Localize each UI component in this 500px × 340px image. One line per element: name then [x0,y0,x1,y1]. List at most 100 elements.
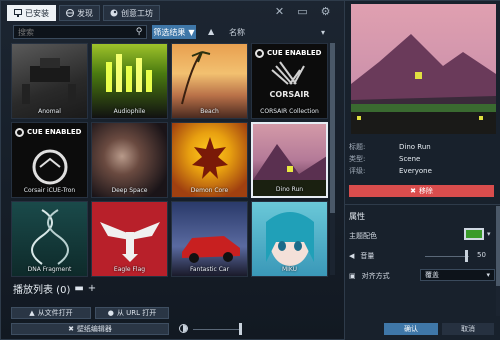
cancel-button[interactable]: 取消 [442,323,494,335]
filter-label: 筛选结果 [153,27,186,37]
open-file-label: 从文件打开 [37,309,73,317]
meta-title-value: Dino Run [399,143,431,151]
align-label: 对齐方式 [361,272,390,280]
details-panel: 标题: Dino Run 类型: Scene 评级: Everyone ✖ 移除… [344,1,500,340]
brightness-slider-handle[interactable] [239,323,242,335]
steam-icon [110,9,118,17]
tools-icon[interactable]: ✕ [273,5,286,18]
editor-label: 壁纸编辑器 [76,325,112,333]
wallpaper-title: Corsair iCUE-Tron [23,187,76,194]
wallpaper-tile[interactable]: Beach [171,43,248,119]
brightness-slider-track[interactable] [193,329,239,330]
sort-label: 名称 [229,27,245,37]
wallpaper-title: Beach [200,108,219,115]
grid-scrollbar[interactable] [330,43,335,275]
wallpaper-title: Audiophile [113,108,146,115]
wallpaper-tile[interactable]: MIKU [251,201,328,277]
link-icon: ● [107,309,114,317]
wallpaper-title: Eagle Flag [113,266,146,273]
chevron-down-icon[interactable]: ▾ [487,230,491,238]
wallpaper-tile[interactable]: Anomal [11,43,88,119]
volume-label: 音量 [360,252,375,260]
tab-workshop[interactable]: 创意工坊 [103,5,160,21]
display-icon[interactable]: ▭ [296,5,309,18]
globe-icon [66,9,74,17]
wallpaper-title: Deep Space [111,187,148,194]
corsair-logo-text: CORSAIR [269,90,310,99]
search-icon[interactable]: ⚲ [132,27,146,37]
playlist-bar: 播放列表 (0) ▬ + [13,281,96,296]
wallpaper-tile[interactable]: CUE ENABLED CORSAIR CORSAIR Collection [251,43,328,119]
align-value: 覆盖 [425,271,439,279]
filter-button[interactable]: 筛选结果 ▼ [152,25,196,39]
brightness-icon [179,324,188,333]
ok-button[interactable]: 确认 [384,323,438,335]
editor-icon: ✖ [68,325,74,333]
wallpaper-tile[interactable]: CUE ENABLED Corsair iCUE-Tron [11,122,88,198]
trash-icon: ✖ [410,187,416,195]
align-select[interactable]: 覆盖 ▾ [420,269,495,281]
volume-row: ◀ 音量 [349,251,497,261]
properties-scrollbar[interactable] [496,206,500,316]
wallpaper-meta: 标题: Dino Run 类型: Scene 评级: Everyone [349,141,497,177]
top-toolbar: ✕ ▭ ⚙ [273,5,332,18]
divider [345,204,500,205]
folder-icon[interactable]: ▬ [74,283,83,294]
wallpaper-title: MIKU [281,266,298,273]
properties-title: 属性 [349,212,365,221]
open-file-button[interactable]: ▲ 从文件打开 [11,307,91,319]
filter-icon: ▼ [188,27,195,37]
tab-installed[interactable]: 已安装 [7,5,56,21]
tab-installed-label: 已安装 [25,8,49,18]
grid-scrollbar-thumb[interactable] [330,43,335,213]
remove-label: 移除 [418,187,433,195]
preview-image [351,4,496,134]
tab-discover[interactable]: 发现 [59,5,100,21]
open-url-button[interactable]: ● 从 URL 打开 [95,307,169,319]
scheme-color-label: 主题配色 [349,232,377,240]
volume-slider-track[interactable] [425,256,469,257]
wallpaper-tile[interactable]: Eagle Flag [91,201,168,277]
chevron-down-icon: ▾ [486,271,490,279]
wallpaper-tile[interactable]: DNA Fragment [11,201,88,277]
meta-rating-key: 评级: [349,167,366,175]
wallpaper-tile[interactable]: Dino Run [251,122,328,198]
image-icon: ▣ [349,272,356,280]
remove-button[interactable]: ✖ 移除 [349,185,494,197]
tab-workshop-label: 创意工坊 [121,8,153,18]
settings-icon[interactable]: ⚙ [319,5,332,18]
dino-run-preview [351,4,496,134]
upload-icon: ▲ [29,309,35,317]
ok-label: 确认 [404,325,418,333]
wallpaper-grid: Anomal Audiophile Beach CUE ENABLED CORS… [11,43,329,277]
wallpaper-title: Anomal [38,108,61,115]
sort-direction-icon[interactable]: ▲ [208,27,214,36]
scheme-color-swatch[interactable] [464,228,484,240]
chevron-down-icon: ▾ [320,27,325,37]
meta-rating-value: Everyone [399,167,432,175]
properties-scrollbar-thumb[interactable] [496,206,500,286]
wallpaper-title: Dino Run [275,186,304,193]
search-input[interactable] [14,26,132,38]
top-tabs: 已安装 发现 创意工坊 [7,5,160,21]
add-icon[interactable]: + [88,283,96,294]
wallpaper-editor-button[interactable]: ✖ 壁纸编辑器 [11,323,169,335]
tab-discover-label: 发现 [77,8,93,18]
wallpaper-engine-window: 已安装 发现 创意工坊 ✕ ▭ ⚙ ⚲ 筛选结果 ▼ ▲ 名称 ▾ [0,0,500,340]
wallpaper-tile[interactable]: Demon Core [171,122,248,198]
playlist-label: 播放列表 (0) [13,285,71,296]
monitor-icon [14,9,22,17]
volume-value: 50 [477,251,486,259]
sort-select[interactable]: 名称 ▾ [223,25,331,39]
open-url-label: 从 URL 打开 [116,309,157,317]
wallpaper-title: CORSAIR Collection [260,108,319,115]
wallpaper-tile[interactable]: Deep Space [91,122,168,198]
wallpaper-tile[interactable]: Fantastic Car [171,201,248,277]
wallpaper-title: DNA Fragment [27,266,72,273]
volume-slider-handle[interactable] [465,250,468,262]
meta-type-key: 类型: [349,155,366,163]
wallpaper-title: Fantastic Car [189,266,230,273]
meta-title-key: 标题: [349,143,366,151]
wallpaper-tile[interactable]: Audiophile [91,43,168,119]
wallpaper-title: Demon Core [190,187,229,194]
